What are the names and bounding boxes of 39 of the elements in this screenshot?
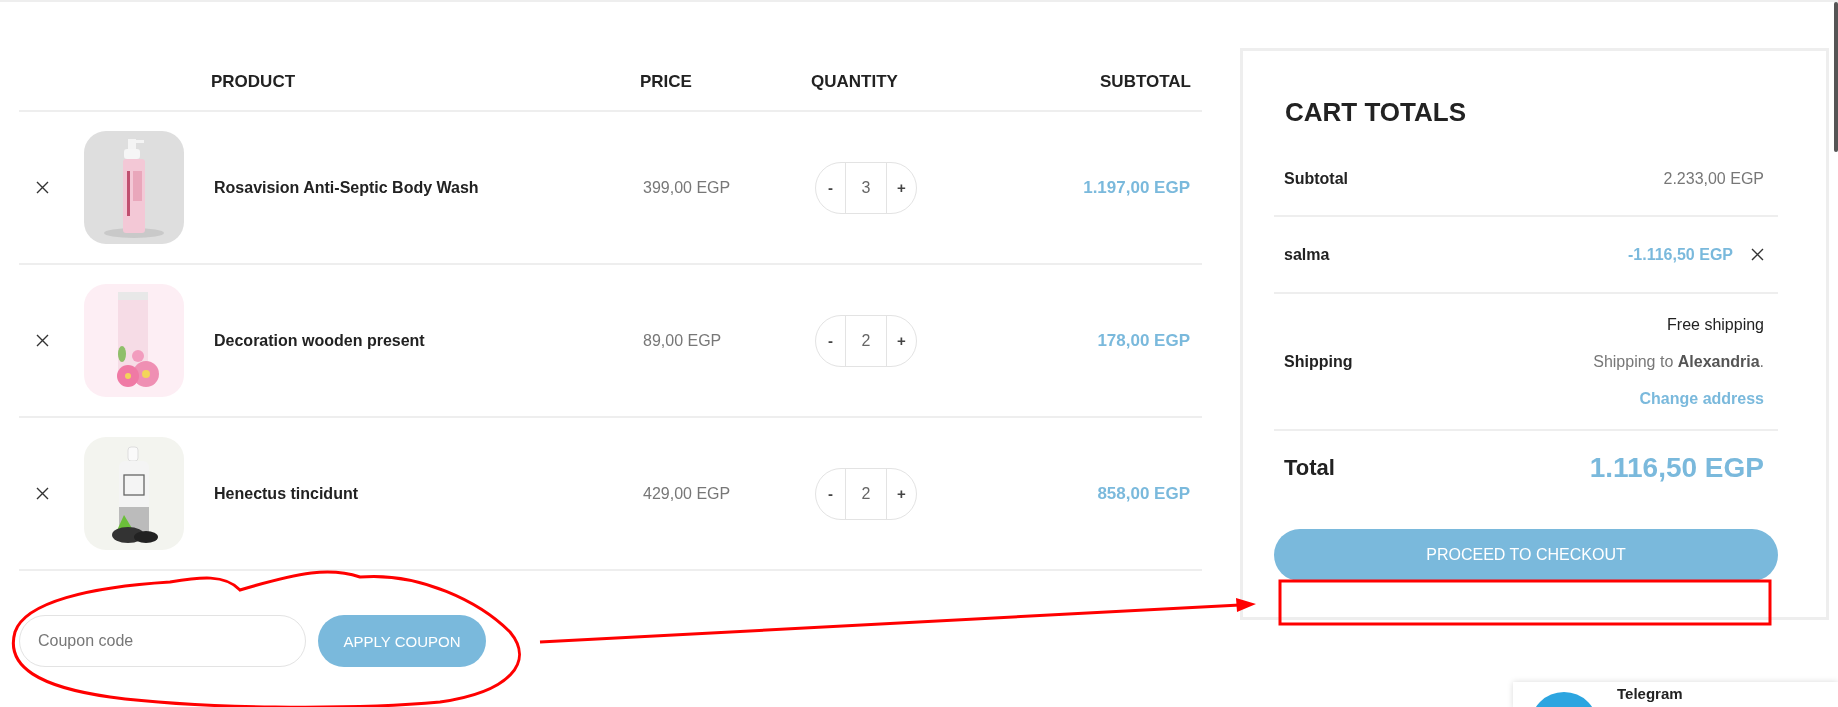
remove-icon[interactable] <box>36 487 49 500</box>
product-name[interactable]: Henectus tincidunt <box>214 484 643 503</box>
shipping-method: Free shipping <box>1667 315 1764 334</box>
column-header: SUBTOTAL <box>1100 72 1191 93</box>
product-name[interactable]: Decoration wooden present <box>214 331 643 350</box>
quantity-field[interactable]: 3 <box>845 162 887 213</box>
remove-icon[interactable] <box>36 334 49 347</box>
total-label: Total <box>1284 454 1335 481</box>
quantity-field[interactable]: 2 <box>845 468 887 519</box>
subtotal-label: Subtotal <box>1284 170 1348 188</box>
shipping-label: Shipping <box>1284 352 1353 371</box>
product-price: 399,00 EGP <box>643 178 732 197</box>
remove-icon[interactable] <box>36 181 49 194</box>
line-subtotal: 1.197,00 EGP <box>1083 177 1190 198</box>
column-header: PRODUCT <box>211 72 297 93</box>
subtotal-value: 2.233,00 EGP <box>1663 170 1764 188</box>
remove-coupon-icon[interactable] <box>1751 248 1764 261</box>
chat-label[interactable]: Telegram <box>1617 685 1683 707</box>
quantity-field[interactable]: 2 <box>845 315 887 366</box>
column-header: PRICE <box>640 72 693 93</box>
product-name[interactable]: Rosavision Anti-Septic Body Wash <box>214 178 643 197</box>
line-subtotal: 178,00 EGP <box>1097 330 1190 351</box>
increase-button[interactable]: + <box>887 315 916 366</box>
total-value: 1.116,50 EGP <box>1589 451 1764 484</box>
cart-totals-title: CART TOTALS <box>1284 96 1468 129</box>
increase-button[interactable]: + <box>887 162 916 213</box>
increase-button[interactable]: + <box>887 468 916 519</box>
scrollbar-thumb[interactable] <box>1834 2 1838 152</box>
decrease-button[interactable]: - <box>816 162 845 213</box>
column-header: QUANTITY <box>811 72 899 93</box>
coupon-label: salma <box>1284 245 1330 264</box>
decrease-button[interactable]: - <box>816 315 845 366</box>
line-subtotal: 858,00 EGP <box>1097 483 1190 504</box>
decrease-button[interactable]: - <box>816 468 845 519</box>
coupon-field[interactable]: Coupon code <box>19 615 306 667</box>
shipping-destination: Shipping to Alexandria. <box>1593 352 1764 371</box>
product-price: 89,00 EGP <box>643 331 723 350</box>
product-price: 429,00 EGP <box>643 484 732 503</box>
discount-value: -1.116,50 EGP <box>1628 245 1733 264</box>
